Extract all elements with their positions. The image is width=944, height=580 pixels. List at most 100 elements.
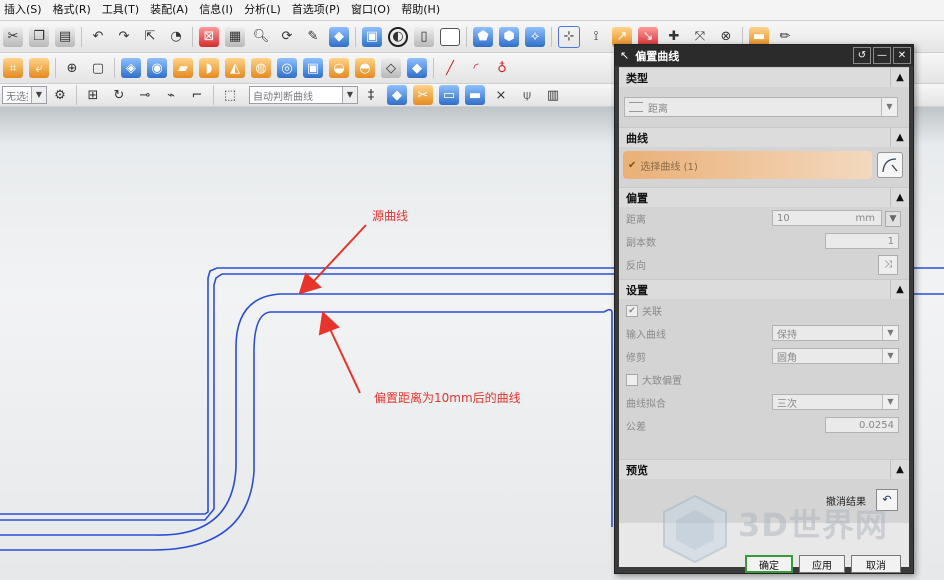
undo-icon[interactable]: ↶: [88, 27, 108, 47]
menu-preferences[interactable]: 首选项(P): [288, 0, 347, 20]
view-options-icon[interactable]: ◔: [166, 27, 186, 47]
snap-point-icon[interactable]: ⟟: [586, 27, 606, 47]
line-icon[interactable]: ╱: [440, 58, 460, 78]
select-curve-button[interactable]: [877, 152, 903, 178]
slot-icon[interactable]: ◇: [381, 58, 401, 78]
selection-scope-icon[interactable]: ⊞: [83, 85, 103, 105]
collapse-icon[interactable]: ▲: [890, 68, 909, 87]
select-pointer-icon[interactable]: ⇱: [140, 27, 160, 47]
tolerance-input[interactable]: 0.0254: [825, 417, 899, 433]
type-section-header[interactable]: 类型 ▲: [619, 67, 909, 87]
sphere-icon[interactable]: ◍: [251, 58, 271, 78]
point-icon[interactable]: ⊹: [558, 25, 580, 48]
groove-icon[interactable]: ◆: [407, 58, 427, 78]
select-all-icon[interactable]: ⚙: [50, 85, 70, 105]
dialog-pin-icon[interactable]: ↖: [615, 49, 629, 62]
menu-format[interactable]: 格式(R): [49, 0, 98, 20]
offset-section-header[interactable]: 偏置 ▲: [619, 187, 909, 207]
minimize-icon[interactable]: —: [873, 47, 891, 64]
render-style-icon[interactable]: ◐: [388, 26, 408, 47]
sketch-icon[interactable]: ⌗: [3, 58, 23, 78]
revolve-icon[interactable]: ◉: [147, 58, 167, 78]
wcs-icon[interactable]: ⟡: [525, 26, 545, 47]
collapse-icon[interactable]: ▲: [890, 188, 909, 207]
select-curve-row[interactable]: ✔ 选择曲线 (1): [623, 151, 872, 179]
outer-curve-inner-line: [0, 273, 620, 521]
orient-view-icon[interactable]: ▣: [362, 26, 382, 47]
rectangle-icon[interactable]: ▢: [88, 58, 108, 78]
large-offset-checkbox[interactable]: [626, 373, 638, 386]
pin-icon[interactable]: ⍦: [517, 85, 537, 105]
boss-icon[interactable]: ▣: [303, 58, 323, 78]
pad-icon[interactable]: ◓: [355, 58, 375, 78]
copies-input[interactable]: 1: [825, 233, 899, 249]
settings-section-header[interactable]: 设置 ▲: [619, 279, 909, 299]
selection-box-icon[interactable]: ⬚: [220, 85, 240, 105]
edit-object-icon[interactable]: ⬟: [473, 26, 493, 47]
reverse-direction-button[interactable]: ⤨: [878, 255, 898, 275]
preview-section-header[interactable]: 预览 ▲: [619, 459, 909, 479]
menu-assembly[interactable]: 装配(A): [146, 0, 195, 20]
type-filter-select[interactable]: 无选择过滤 ▼: [2, 86, 47, 104]
collapse-icon[interactable]: ▲: [890, 460, 909, 479]
pan-icon[interactable]: ✎: [303, 27, 323, 47]
menu-help[interactable]: 帮助(H): [397, 0, 447, 20]
distance-options-icon[interactable]: ▼: [885, 211, 901, 227]
curve-select-icon: [882, 158, 898, 173]
cross-icon[interactable]: ⨯: [491, 85, 511, 105]
associative-checkbox[interactable]: ✔: [626, 304, 638, 317]
arc-icon[interactable]: ◜: [466, 58, 486, 78]
cone-icon[interactable]: ◭: [225, 58, 245, 78]
book-icon[interactable]: ▥: [543, 85, 563, 105]
feature-icon[interactable]: ▬: [465, 85, 485, 105]
input-curve-select[interactable]: 保持 ▼: [772, 325, 899, 341]
menu-insert[interactable]: 插入(S): [0, 0, 49, 20]
type-section-label: 类型: [626, 71, 648, 85]
fit-view-icon[interactable]: ⊠: [199, 26, 219, 47]
distance-input[interactable]: 10 mm: [772, 210, 882, 226]
extrude-icon[interactable]: ◈: [121, 58, 141, 78]
type-select[interactable]: 距离 ▼: [624, 97, 898, 117]
hole-icon[interactable]: ◎: [277, 58, 297, 78]
separator: [114, 58, 115, 78]
redo-icon[interactable]: ↷: [114, 27, 134, 47]
menu-information[interactable]: 信息(I): [195, 0, 240, 20]
menu-tools[interactable]: 工具(T): [98, 0, 146, 20]
snap-icon-4[interactable]: ⌐: [187, 85, 207, 105]
curve-section-header[interactable]: 曲线 ▲: [619, 127, 909, 147]
copy-icon[interactable]: ❐: [29, 26, 49, 47]
background-icon[interactable]: ▯: [414, 26, 434, 47]
zoom-icon[interactable]: 🔍︎: [251, 27, 271, 47]
face-icon[interactable]: ✂: [413, 85, 433, 105]
collapse-icon[interactable]: ▲: [890, 128, 909, 147]
block-icon[interactable]: ▰: [173, 58, 193, 78]
curve-rule-select[interactable]: 自动判断曲线 ▼: [249, 86, 358, 104]
pocket-icon[interactable]: ◒: [329, 58, 349, 78]
collapse-icon[interactable]: ▲: [890, 280, 909, 299]
connected-curves-icon[interactable]: ‡: [361, 85, 381, 105]
snap-icon-1[interactable]: ↻: [109, 85, 129, 105]
zoom-window-icon[interactable]: ▦: [225, 26, 245, 47]
datum-icon[interactable]: ⤶: [29, 58, 49, 78]
studio-spline-icon[interactable]: ♁: [492, 58, 512, 78]
rotate-icon[interactable]: ⟳: [277, 27, 297, 47]
point-set-icon[interactable]: ⊕: [62, 58, 82, 78]
paste-icon[interactable]: ▤: [55, 26, 75, 47]
distance-row: 距离 10 mm ▼: [619, 207, 909, 230]
body-icon[interactable]: ◆: [387, 85, 407, 105]
perspective-icon[interactable]: ◆: [329, 26, 349, 47]
layer-icon[interactable]: [440, 27, 460, 46]
close-icon[interactable]: ✕: [893, 47, 911, 64]
display-hide-icon[interactable]: ⬢: [499, 26, 519, 47]
menu-analysis[interactable]: 分析(L): [240, 0, 288, 20]
cylinder-icon[interactable]: ◗: [199, 58, 219, 78]
snap-icon-3[interactable]: ⌁: [161, 85, 181, 105]
dialog-title-bar[interactable]: ↖ 偏置曲线 ↺ — ✕: [615, 45, 913, 66]
cut-icon[interactable]: ✂: [3, 26, 23, 47]
curve-fit-select[interactable]: 三次 ▼: [772, 394, 899, 410]
reset-icon[interactable]: ↺: [853, 47, 871, 64]
trim-select[interactable]: 圆角 ▼: [772, 348, 899, 364]
snap-icon-2[interactable]: ⊸: [135, 85, 155, 105]
menu-window[interactable]: 窗口(O): [347, 0, 397, 20]
edge-icon[interactable]: ▭: [439, 85, 459, 105]
